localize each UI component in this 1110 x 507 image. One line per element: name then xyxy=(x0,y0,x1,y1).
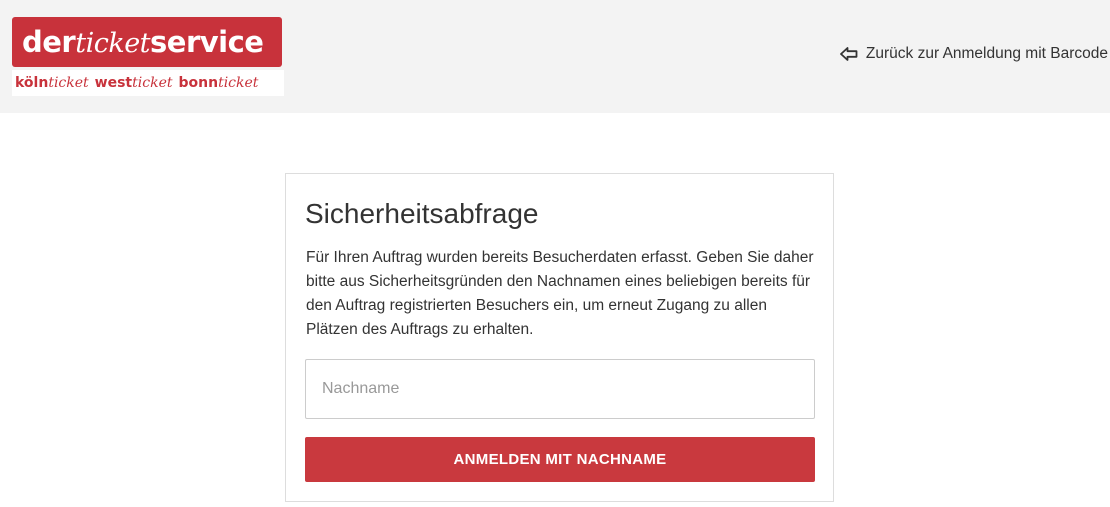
page-header: derticketservice kölnticket westticket bon… xyxy=(0,0,1110,113)
logo-sub-west: west xyxy=(94,75,133,91)
logo-wordmark: derticketservice xyxy=(12,17,282,67)
security-check-card: Sicherheitsabfrage Für Ihren Auftrag wur… xyxy=(285,173,834,502)
logo-sub-koeln: köln xyxy=(15,75,49,91)
logo-text-service: service xyxy=(150,25,264,59)
back-to-barcode-login-link[interactable]: Zurück zur Anmeldung mit Barcode xyxy=(840,45,1108,63)
card-description: Für Ihren Auftrag wurden bereits Besuche… xyxy=(306,249,814,338)
logo-sub-bonn-ticket: ticket xyxy=(218,75,259,91)
logo-subbrands: kölnticket westticket bonnticket xyxy=(12,70,284,96)
logo-sub-koeln-ticket: ticket xyxy=(48,75,89,91)
back-link-label: Zurück zur Anmeldung mit Barcode xyxy=(865,45,1108,62)
logo-text-der: der xyxy=(22,25,76,59)
derticketservice-logo[interactable]: derticketservice kölnticket westticket bon… xyxy=(12,17,284,97)
arrow-left-outline-icon xyxy=(840,47,858,61)
logo-text-ticket: ticket xyxy=(75,28,151,59)
lastname-input[interactable] xyxy=(305,359,815,419)
logo-sub-bonn: bonn xyxy=(178,75,219,91)
card-title: Sicherheitsabfrage xyxy=(305,198,539,229)
logo-sub-west-ticket: ticket xyxy=(132,75,173,91)
login-with-lastname-button[interactable]: ANMELDEN MIT NACHNAME xyxy=(305,437,815,482)
